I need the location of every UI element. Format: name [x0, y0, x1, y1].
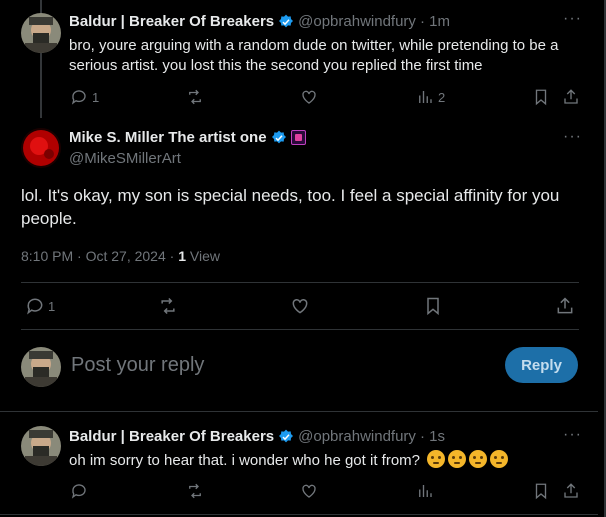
repost-icon: [189, 89, 201, 105]
timestamp[interactable]: · 1s: [420, 428, 445, 445]
thinking-emoji-icon: [448, 450, 467, 468]
views-icon: [419, 91, 432, 103]
tweet-header: Baldur | Breaker Of Breakers @opbrahwind…: [69, 428, 445, 445]
divider: [21, 329, 579, 330]
tweet-text: oh im sorry to hear that. i wonder who h…: [69, 450, 579, 471]
timestamp[interactable]: 8:10 PM · Oct 27, 2024 ·: [21, 248, 174, 264]
bookmark-icon: [427, 297, 439, 316]
display-name[interactable]: Baldur | Breaker Of Breakers: [69, 428, 274, 445]
more-icon[interactable]: ···: [563, 128, 582, 146]
share-button[interactable]: [555, 296, 575, 316]
bookmark-button[interactable]: [532, 482, 550, 500]
views-button[interactable]: [416, 482, 434, 500]
repost-button[interactable]: [186, 482, 204, 500]
views-count: 2: [438, 89, 446, 105]
verified-icon: [279, 14, 294, 27]
thinking-emoji-icon: [490, 450, 509, 468]
handle[interactable]: @opbrahwindfury: [298, 13, 416, 30]
divider: [0, 514, 598, 515]
bookmark-button[interactable]: [423, 296, 443, 316]
tweet-text-content: oh im sorry to hear that. i wonder who h…: [69, 452, 420, 469]
tweet-text: bro, youre arguing with a random dude on…: [69, 37, 559, 74]
reply-count: 1: [92, 89, 100, 105]
share-icon: [564, 483, 578, 498]
thinking-emoji-icon: [469, 450, 488, 468]
share-button[interactable]: [562, 482, 580, 500]
share-icon: [564, 89, 578, 104]
reply-button[interactable]: 1: [25, 296, 55, 316]
views-count: 1: [178, 248, 186, 264]
verified-icon: [279, 429, 294, 442]
tweet-meta: 8:10 PM · Oct 27, 2024 · 1 View: [21, 248, 220, 264]
reply-submit-button[interactable]: Reply: [505, 347, 578, 383]
like-icon: [302, 90, 316, 104]
like-button[interactable]: [300, 88, 318, 106]
like-icon: [302, 484, 316, 498]
display-name[interactable]: Mike S. Miller The artist one: [69, 129, 267, 146]
reply-input[interactable]: Post your reply: [71, 354, 204, 377]
tweet-header: Mike S. Miller The artist one: [69, 129, 306, 146]
like-icon: [292, 298, 308, 314]
divider: [21, 282, 579, 283]
reply-icon: [71, 484, 86, 499]
avatar[interactable]: [21, 13, 61, 53]
repost-icon: [161, 297, 175, 315]
more-icon[interactable]: ···: [563, 10, 582, 28]
views-label: View: [189, 248, 220, 264]
repost-icon: [189, 483, 201, 499]
like-button[interactable]: [290, 296, 310, 316]
reply-icon: [27, 298, 43, 315]
avatar[interactable]: [21, 347, 61, 387]
tweet-header: Baldur | Breaker Of Breakers @opbrahwind…: [69, 13, 450, 30]
handle[interactable]: @MikeSMillerArt: [69, 150, 181, 167]
affiliate-badge-icon[interactable]: [290, 130, 306, 145]
views-button[interactable]: 2: [416, 88, 445, 106]
reply-button[interactable]: 1: [70, 88, 99, 106]
more-icon[interactable]: ···: [563, 426, 582, 444]
bookmark-button[interactable]: [532, 88, 550, 106]
timeline-frame: Baldur | Breaker Of Breakers @opbrahwind…: [0, 0, 606, 517]
verified-icon: [271, 130, 286, 143]
handle[interactable]: @opbrahwindfury: [298, 428, 416, 445]
avatar[interactable]: [21, 128, 61, 168]
bookmark-icon: [535, 89, 547, 106]
repost-button[interactable]: [158, 296, 178, 316]
thinking-emoji-icon: [427, 450, 446, 468]
timestamp[interactable]: · 1m: [420, 13, 450, 30]
repost-button[interactable]: [186, 88, 204, 106]
display-name[interactable]: Baldur | Breaker Of Breakers: [69, 13, 274, 30]
views-icon: [419, 485, 432, 497]
share-icon: [557, 297, 573, 314]
reply-button[interactable]: [70, 482, 88, 500]
reply-count: 1: [48, 298, 56, 314]
tweet-text: lol. It's okay, my son is special needs,…: [21, 186, 560, 228]
bookmark-icon: [535, 483, 547, 500]
reply-icon: [71, 90, 86, 105]
like-button[interactable]: [300, 482, 318, 500]
share-button[interactable]: [562, 88, 580, 106]
divider: [0, 411, 598, 412]
avatar[interactable]: [21, 426, 61, 466]
